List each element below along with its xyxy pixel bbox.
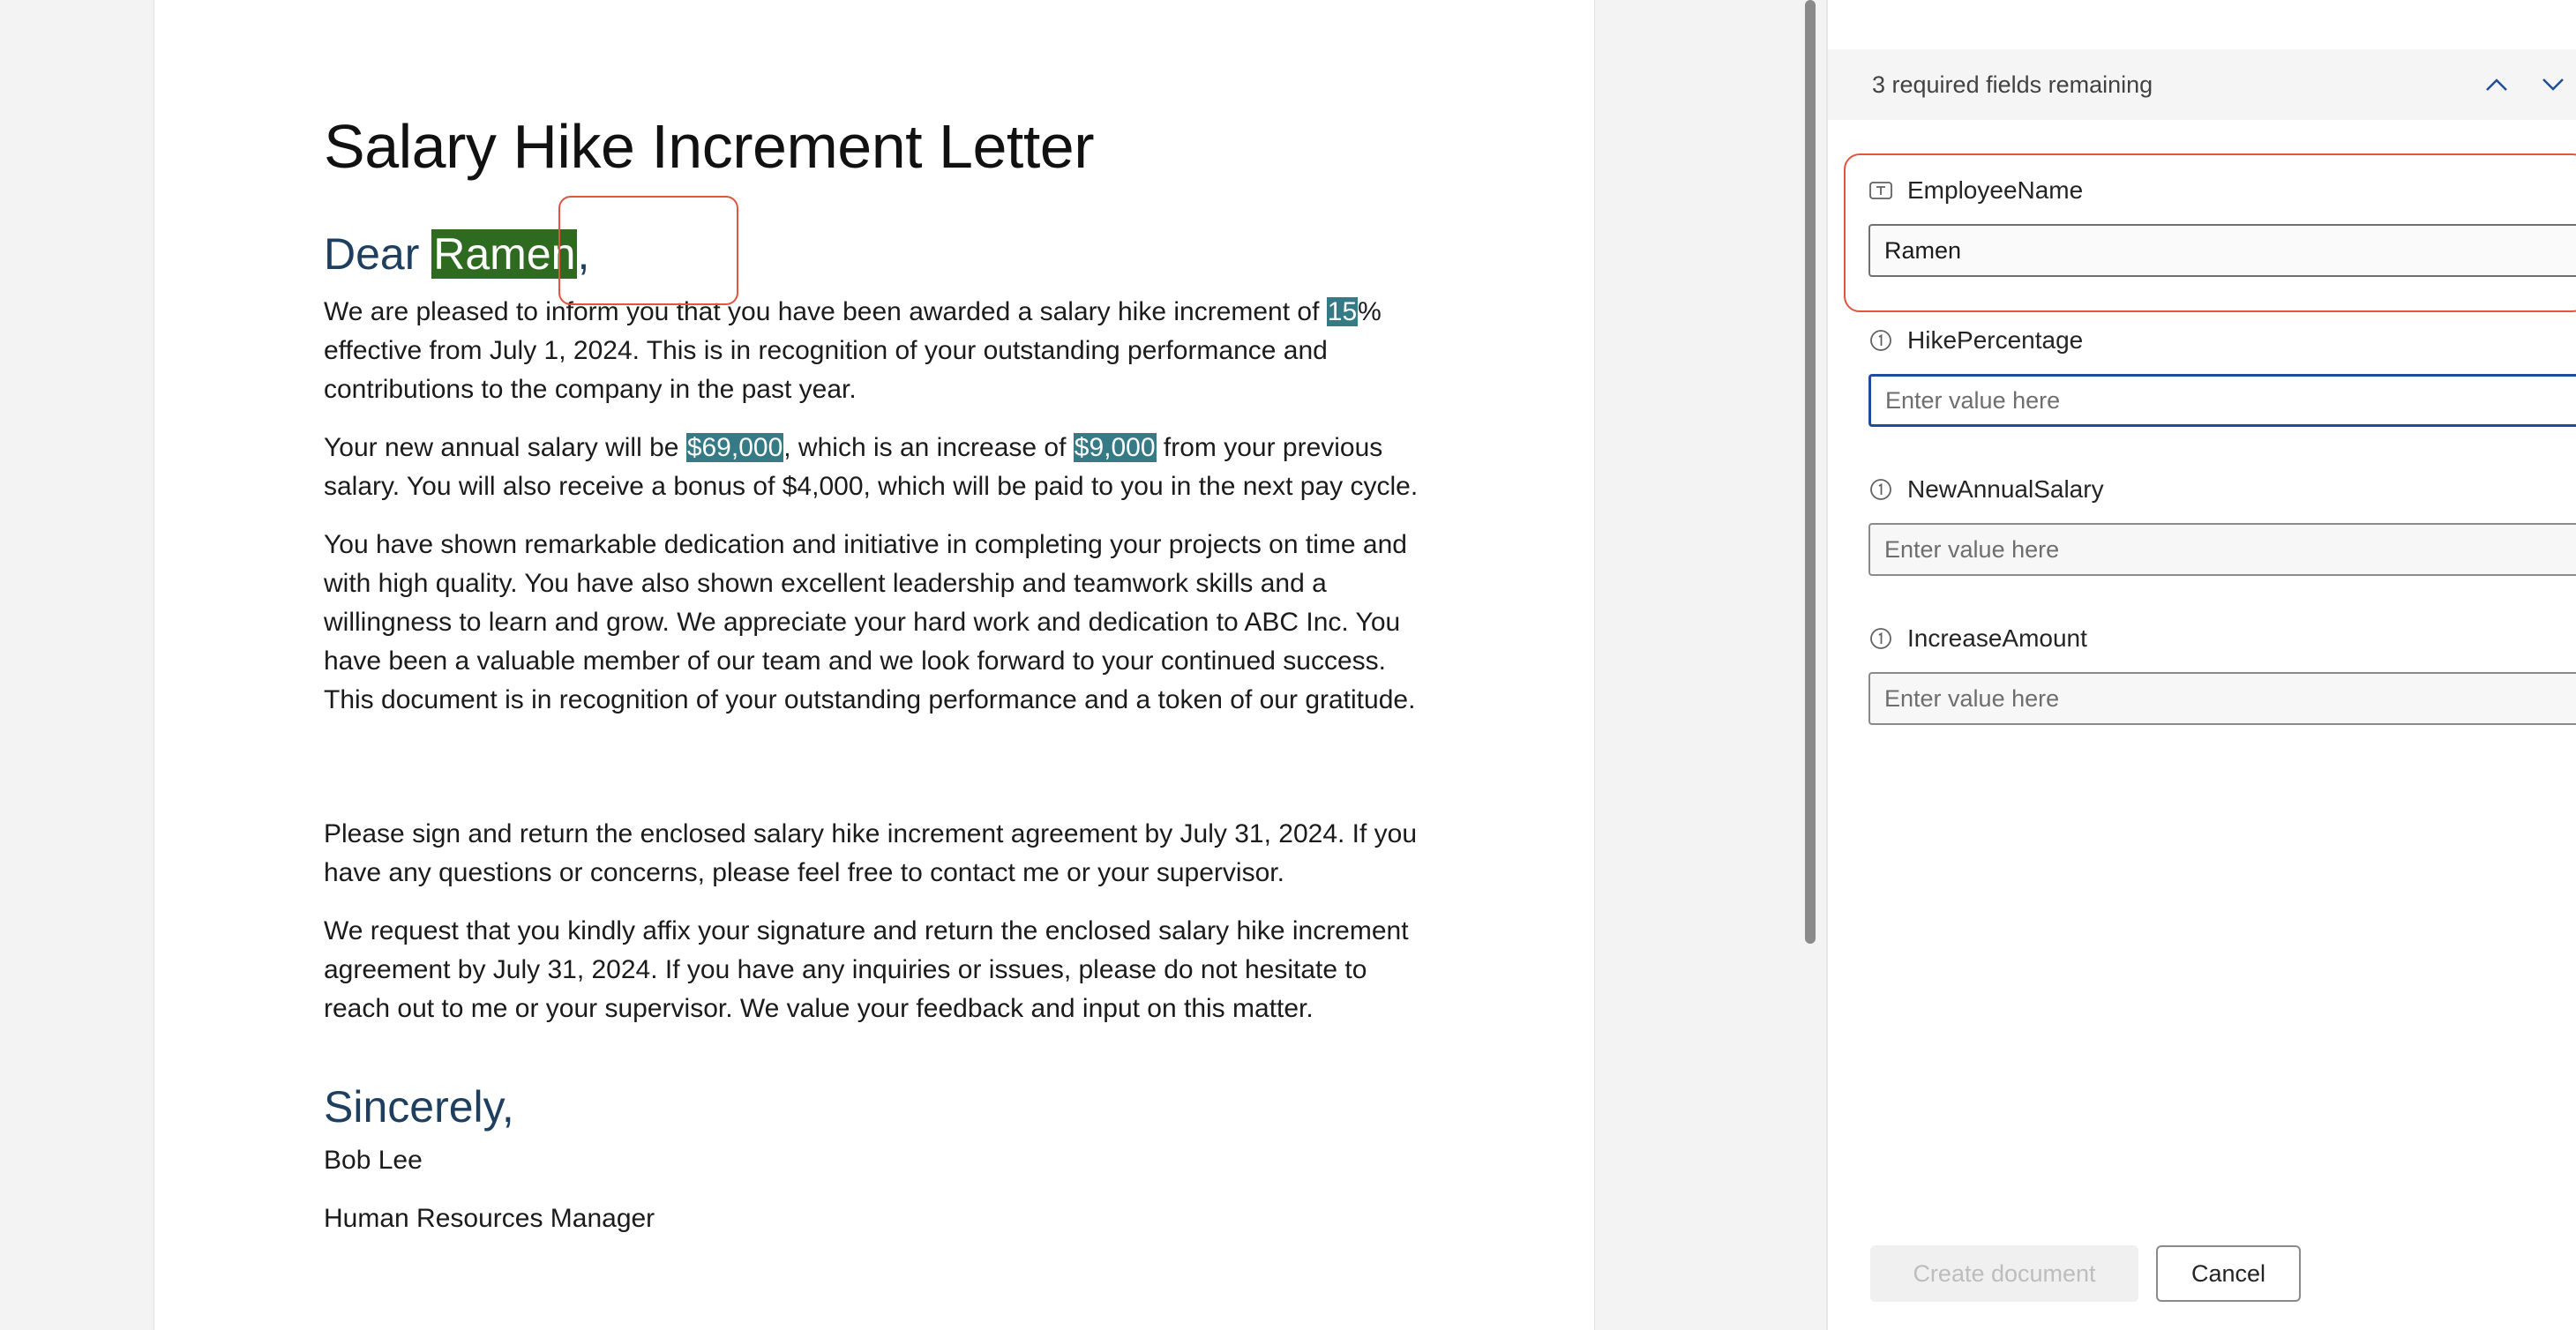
- paragraph-sign-return: Please sign and return the enclosed sala…: [324, 819, 1418, 887]
- hike-percentage-input[interactable]: [1868, 374, 2576, 427]
- paragraph-dedication: You have shown remarkable dedication and…: [324, 530, 1416, 714]
- increase-amount-placeholder[interactable]: $9,000: [1073, 433, 1157, 462]
- paragraph-request: We request that you kindly affix your si…: [324, 916, 1409, 1023]
- remaining-fields-text: 3 required fields remaining: [1872, 71, 2153, 98]
- closing-line: Sincerely,: [324, 1082, 514, 1132]
- employee-name-input[interactable]: [1868, 224, 2576, 277]
- paragraph-salary: Your new annual salary will be $69,000, …: [324, 429, 1435, 506]
- field-label: HikePercentage: [1907, 326, 2084, 354]
- paragraph-text: We are pleased to inform you that you ha…: [324, 297, 1327, 326]
- field-label-row: NewAnnualSalary: [1868, 474, 2576, 505]
- new-salary-placeholder[interactable]: $69,000: [685, 433, 784, 462]
- greeting-prefix: Dear: [324, 229, 432, 279]
- cancel-button[interactable]: Cancel: [2156, 1245, 2301, 1302]
- new-annual-salary-input[interactable]: [1868, 523, 2576, 576]
- field-label-row: IncreaseAmount: [1868, 623, 2576, 654]
- greeting-suffix: ,: [577, 229, 590, 279]
- increase-amount-input[interactable]: [1868, 672, 2576, 725]
- text-field-icon: [1868, 178, 1893, 203]
- document-title: Salary Hike Increment Letter: [324, 112, 1095, 181]
- hike-percentage-placeholder[interactable]: 15: [1326, 297, 1359, 326]
- document-content: Salary Hike Increment Letter Dear Ramen,…: [324, 106, 1435, 1238]
- create-document-button[interactable]: Create document: [1870, 1245, 2138, 1302]
- document-area: Salary Hike Increment Letter Dear Ramen,…: [0, 0, 1808, 1330]
- field-label: EmployeeName: [1907, 176, 2084, 204]
- fill-fields-panel: 3 required fields remaining EmployeeName…: [1828, 0, 2576, 1330]
- field-new-annual-salary: NewAnnualSalary: [1868, 474, 2576, 576]
- field-label: IncreaseAmount: [1907, 624, 2087, 652]
- scrollbar-thumb[interactable]: [1805, 0, 1816, 944]
- info-circle-icon: [1868, 626, 1893, 651]
- field-increase-amount: IncreaseAmount: [1868, 623, 2576, 725]
- chevron-down-icon[interactable]: [2535, 67, 2571, 102]
- greeting-line: Dear Ramen,: [324, 224, 1435, 284]
- field-label-row: EmployeeName: [1868, 175, 2576, 206]
- panel-header: 3 required fields remaining: [1828, 49, 2576, 120]
- paragraph-hike: We are pleased to inform you that you ha…: [324, 293, 1435, 409]
- employee-name-placeholder[interactable]: Ramen: [431, 229, 578, 279]
- field-hike-percentage: HikePercentage: [1868, 325, 2576, 427]
- field-employee-name: EmployeeName: [1868, 175, 2576, 277]
- field-label: NewAnnualSalary: [1907, 475, 2104, 503]
- info-circle-icon: [1868, 477, 1893, 502]
- paragraph-text: Your new annual salary will be: [324, 433, 686, 462]
- signer-title: Human Resources Manager: [324, 1204, 655, 1233]
- document-page: Salary Hike Increment Letter Dear Ramen,…: [154, 0, 1595, 1330]
- info-circle-icon: [1868, 328, 1893, 353]
- field-label-row: HikePercentage: [1868, 325, 2576, 356]
- signer-name: Bob Lee: [324, 1146, 423, 1175]
- chevron-up-icon[interactable]: [2479, 67, 2514, 102]
- paragraph-text: , which is an increase of: [783, 433, 1074, 462]
